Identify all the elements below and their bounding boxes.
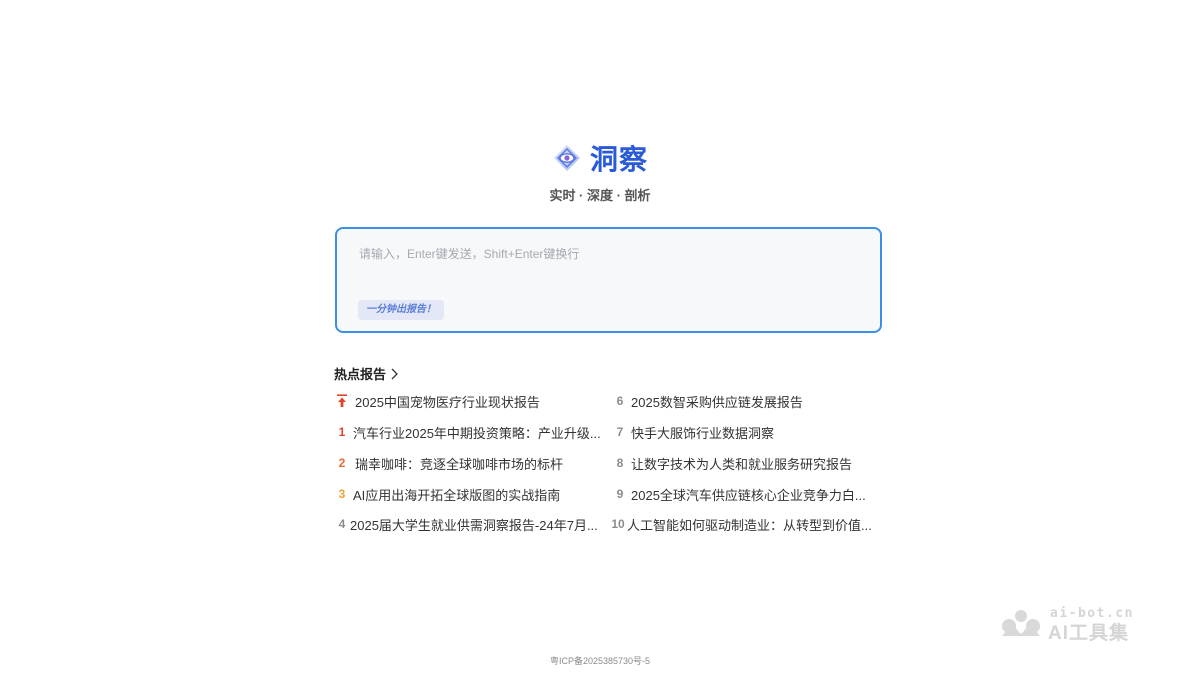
hot-reports-title: 热点报告 — [334, 367, 387, 382]
quick-report-button[interactable]: 一分钟出报告！ — [358, 300, 444, 320]
report-title: AI应用出海开拓全球版图的实战指南 — [353, 487, 561, 503]
brand-name: 洞察 — [589, 144, 648, 175]
watermark: ai-bot.cn AI工具集 — [998, 604, 1138, 644]
report-item-10[interactable]: 10 人工智能如何驱动制造业：从转型到价值... — [609, 514, 872, 534]
report-item-8[interactable]: 8 让数字技术为人类和就业服务研究报告 — [612, 453, 852, 473]
report-title: 让数字技术为人类和就业服务研究报告 — [631, 456, 853, 472]
report-title: 2025全球汽车供应链核心企业竞争力白... — [631, 487, 866, 503]
report-rank: 2 — [338, 456, 346, 470]
report-item-9[interactable]: 9 2025全球汽车供应链核心企业竞争力白... — [612, 484, 866, 504]
report-item-7[interactable]: 7 快手大服饰行业数据洞察 — [612, 422, 774, 442]
report-item-2[interactable]: 2 瑞幸咖啡：竞逐全球咖啡市场的标杆 — [334, 453, 563, 473]
tagline: 实时 · 深度 · 剖析 — [549, 188, 651, 203]
report-item-6[interactable]: 6 2025数智采购供应链发展报告 — [612, 391, 803, 411]
eye-diamond-icon — [553, 145, 580, 171]
report-rank: 9 — [616, 487, 624, 501]
report-rank: 8 — [616, 456, 624, 470]
report-item-3[interactable]: 3 AI应用出海开拓全球版图的实战指南 — [334, 484, 561, 504]
report-item-1[interactable]: 1 汽车行业2025年中期投资策略：产业升级... — [334, 422, 601, 442]
report-rank: 10 — [611, 517, 625, 531]
chevron-right-icon — [391, 368, 398, 379]
composer: 一分钟出报告！ — [335, 227, 882, 333]
report-rank: 6 — [616, 394, 624, 408]
report-item-pinned[interactable]: 2025中国宠物医疗行业现状报告 — [334, 391, 540, 411]
report-rank: 1 — [338, 425, 346, 439]
prompt-input[interactable] — [359, 245, 859, 285]
page: 洞察 实时 · 深度 · 剖析 一分钟出报告！ 热点报告 2025中国宠物医疗行… — [0, 0, 1200, 675]
report-rank: 4 — [338, 517, 346, 531]
pin-top-icon — [337, 394, 347, 407]
report-title: 快手大服饰行业数据洞察 — [631, 425, 775, 441]
watermark-logo-icon — [1002, 610, 1040, 636]
report-title: 瑞幸咖啡：竞逐全球咖啡市场的标杆 — [355, 456, 564, 472]
report-title: 2025中国宠物医疗行业现状报告 — [355, 394, 540, 410]
watermark-name: AI工具集 — [1048, 623, 1130, 644]
icp-footer: 粤ICP备2025385730号-5 — [549, 656, 651, 666]
report-rank: 7 — [616, 425, 624, 439]
report-title: 2025数智采购供应链发展报告 — [631, 394, 803, 410]
brand: 洞察 — [0, 138, 1200, 178]
report-item-4[interactable]: 4 2025届大学生就业供需洞察报告-24年7月... — [334, 514, 598, 534]
report-title: 人工智能如何驱动制造业：从转型到价值... — [627, 517, 872, 533]
report-title: 汽车行业2025年中期投资策略：产业升级... — [353, 425, 601, 441]
report-title: 2025届大学生就业供需洞察报告-24年7月... — [350, 517, 598, 533]
hot-reports-header[interactable]: 热点报告 — [334, 364, 398, 383]
report-rank: 3 — [338, 487, 346, 501]
